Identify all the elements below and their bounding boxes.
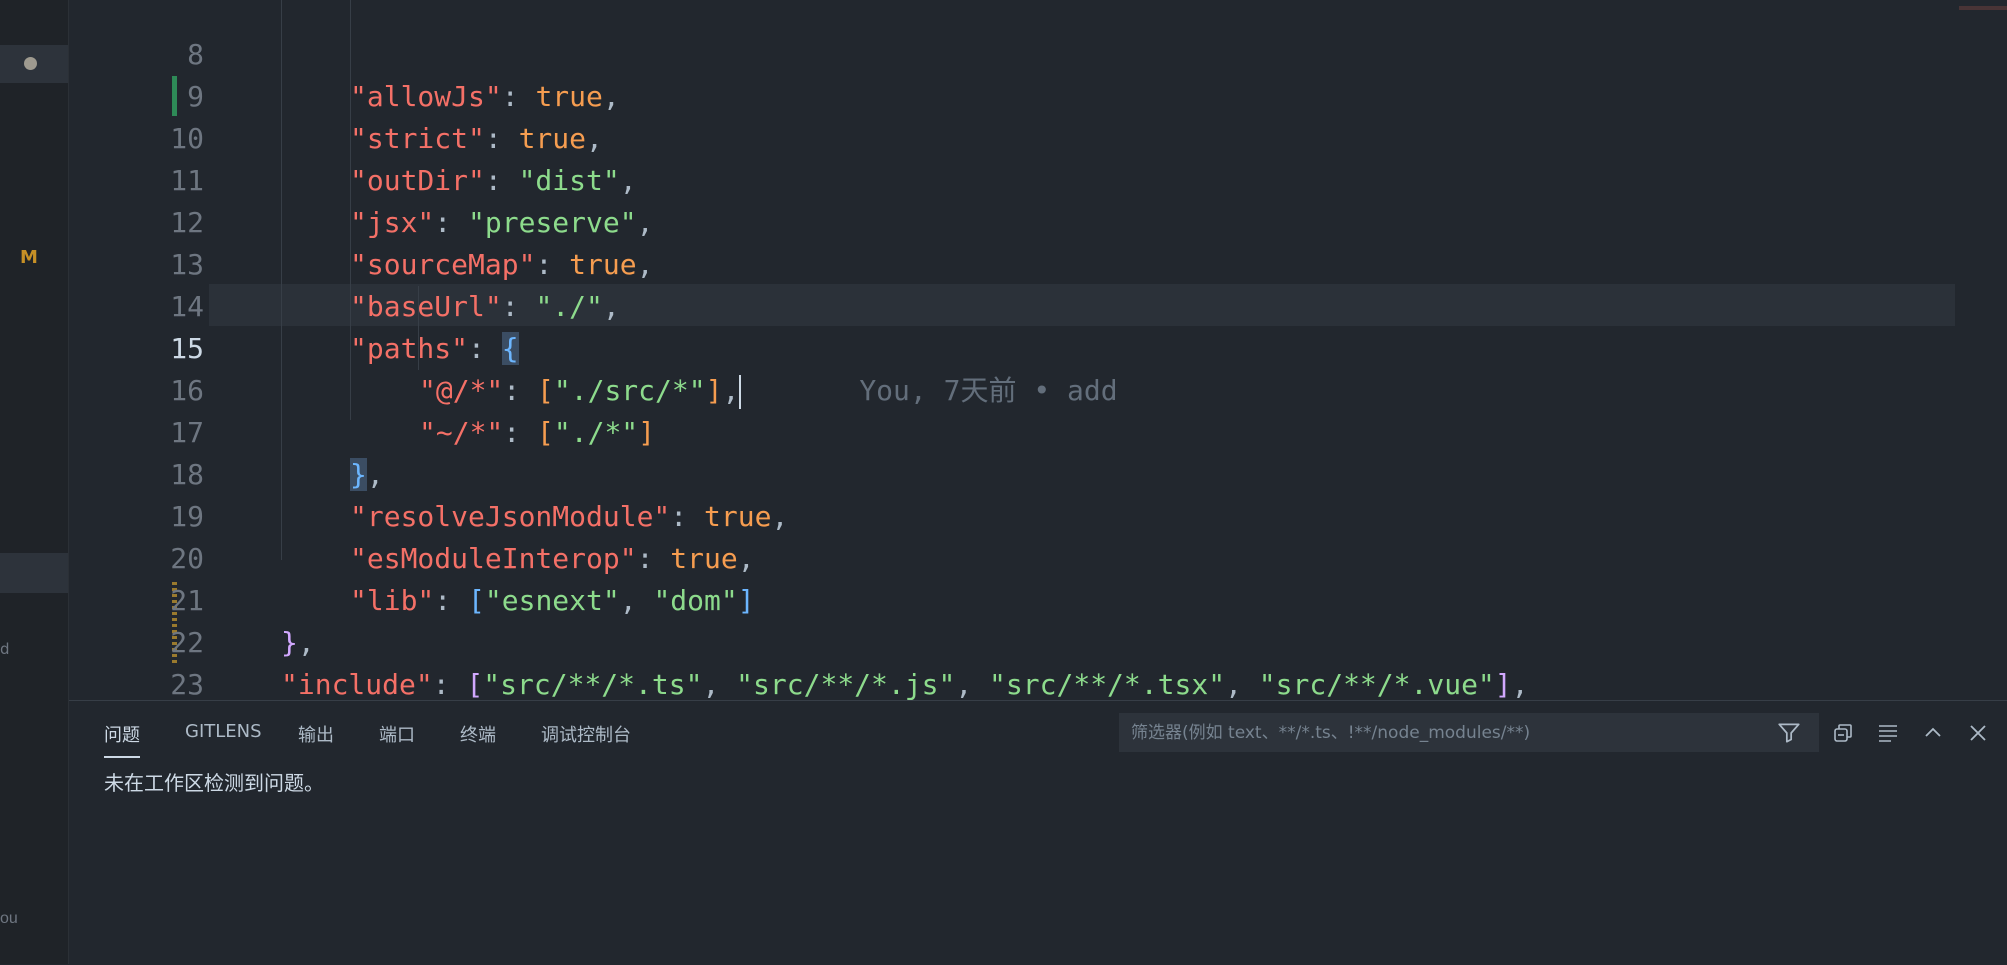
tab-terminal[interactable]: 终端: [460, 721, 496, 747]
sidebar-text-fragment: d: [0, 640, 10, 658]
code-line: 18 "resolveJsonModule": true,: [69, 412, 2007, 533]
code-editor[interactable]: 8 "allowJs": true, 9 "strict": true, 10 …: [69, 0, 2007, 700]
wrap-icon[interactable]: [1876, 721, 1900, 745]
modified-badge: M: [20, 247, 38, 268]
code-line: 17 },: [69, 370, 2007, 491]
code-line: 11 "jsx": "preserve",: [69, 118, 2007, 239]
code-line: 19 "esModuleInterop": true,: [69, 454, 2007, 575]
code-line: 22 "include": ["src/**/*.ts", "src/**/*.…: [69, 580, 2007, 700]
no-problems-message: 未在工作区检测到问题。: [104, 771, 324, 795]
code-line-current: 15 "@/*": ["./src/*"], You, 7天前 • add: [69, 286, 2007, 409]
tab-gitlens[interactable]: GITLENS: [185, 721, 262, 742]
problems-filter-input[interactable]: [1119, 713, 1819, 752]
minimap-preview[interactable]: [1959, 6, 2007, 10]
sidebar-text-fragment: ou: [0, 910, 18, 927]
bottom-panel: 问题 GITLENS 输出 端口 终端 调试控制台 未在工作区检测到问题。: [69, 700, 2007, 965]
code-line: 16 "~/*": ["./*"]: [69, 328, 2007, 449]
code-line: 21 },: [69, 538, 2007, 659]
sidebar-row-hover[interactable]: [0, 553, 68, 593]
code-line: 23 "exclude": ["node_modules", "dist"]: [69, 622, 2007, 700]
code-line: 8 "allowJs": true,: [69, 0, 2007, 113]
tab-ports[interactable]: 端口: [379, 721, 415, 747]
tab-problems[interactable]: 问题: [104, 721, 140, 758]
code-line: 9 "strict": true,: [69, 34, 2007, 155]
tab-debug-console[interactable]: 调试控制台: [541, 721, 631, 747]
unsaved-dot-icon: [24, 57, 37, 70]
close-icon[interactable]: [1966, 721, 1990, 745]
code-line: 10 "outDir": "dist",: [69, 76, 2007, 197]
filter-icon[interactable]: [1776, 720, 1802, 746]
code-line: 12 "sourceMap": true,: [69, 160, 2007, 281]
collapse-all-icon[interactable]: [1831, 721, 1855, 745]
code-line: 14 "paths": {: [69, 244, 2007, 365]
code-line: 20 "lib": ["esnext", "dom"]: [69, 496, 2007, 617]
tab-output[interactable]: 输出: [298, 721, 334, 747]
maximize-panel-icon[interactable]: [1921, 721, 1945, 745]
activity-sidebar: M d ou: [0, 0, 69, 964]
code-line: 13 "baseUrl": "./",: [69, 202, 2007, 323]
code-line: 24 }: [69, 664, 2007, 700]
